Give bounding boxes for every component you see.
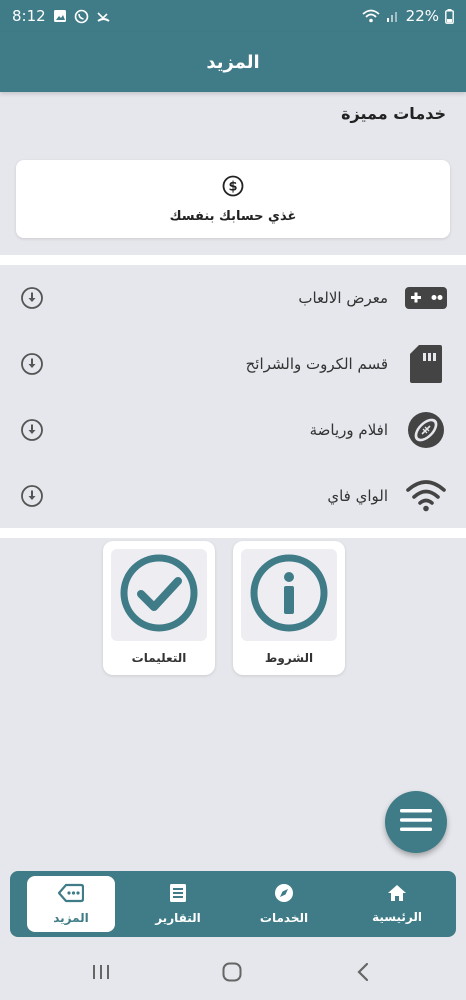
info-icon — [249, 553, 329, 637]
gallery-icon — [53, 9, 67, 23]
nav-more[interactable]: المزيد — [27, 876, 115, 932]
battery-percent: 22% — [405, 7, 439, 25]
menu-item-cards-sims[interactable]: قسم الكروت والشرائح — [0, 332, 466, 396]
terms-label: الشروط — [264, 651, 314, 665]
gamepad-icon — [404, 276, 448, 320]
nav-home[interactable]: الرئيسية — [353, 876, 441, 932]
app-bar: المزيد — [0, 32, 466, 92]
dollar-circle-icon: $ — [222, 175, 244, 201]
status-left: 8:12 — [12, 7, 111, 25]
missed-call-icon — [96, 9, 111, 24]
nav-services-label: الخدمات — [259, 911, 309, 925]
premium-section-title: خدمات مميزة — [341, 104, 446, 123]
system-nav-bar — [0, 945, 466, 1000]
menu-item-wifi[interactable]: الواي فاي — [0, 464, 466, 528]
check-circle-icon — [119, 553, 199, 637]
wifi-status-icon — [362, 9, 380, 23]
nav-home-label: الرئيسية — [372, 910, 422, 924]
nav-reports-label: التقارير — [155, 911, 201, 925]
menu-item-games[interactable]: معرض الالعاب — [0, 266, 466, 330]
home-icon — [387, 884, 407, 906]
home-system-icon[interactable] — [219, 959, 245, 985]
instructions-tile[interactable]: التعليمات — [103, 541, 215, 675]
football-icon — [404, 408, 448, 452]
report-icon — [169, 883, 187, 907]
top-up-account-card[interactable]: $ غذي حسابك بنفسك — [16, 160, 450, 238]
download-icon[interactable] — [20, 484, 44, 508]
download-icon[interactable] — [20, 352, 44, 376]
top-up-account-label: غذي حسابك بنفسك — [169, 208, 297, 224]
terms-icon-box — [241, 549, 337, 641]
status-right: 22% — [362, 7, 454, 25]
sim-card-icon — [404, 342, 448, 386]
divider — [0, 528, 466, 538]
whatsapp-icon — [74, 9, 89, 24]
status-time: 8:12 — [12, 7, 46, 25]
nav-reports[interactable]: التقارير — [134, 876, 222, 932]
status-bar: 8:12 22% — [0, 0, 466, 32]
instructions-label: التعليمات — [131, 651, 187, 665]
menu-fab-button[interactable] — [385, 791, 447, 853]
page-title: المزيد — [206, 51, 260, 73]
back-icon[interactable] — [350, 959, 376, 985]
bottom-nav: الرئيسية الخدمات التقارير المزيد — [10, 871, 456, 937]
download-icon[interactable] — [20, 286, 44, 310]
menu-item-label: قسم الكروت والشرائح — [245, 355, 388, 373]
compass-icon — [274, 883, 294, 907]
recent-apps-icon[interactable] — [88, 959, 114, 985]
terms-tile[interactable]: الشروط — [233, 541, 345, 675]
signal-icon — [386, 9, 400, 23]
wifi-icon — [404, 474, 448, 518]
nav-more-label: المزيد — [53, 911, 89, 925]
menu-item-movies-sports[interactable]: افلام ورياضة — [0, 398, 466, 462]
svg-text:$: $ — [228, 179, 237, 194]
download-icon[interactable] — [20, 418, 44, 442]
menu-item-label: الواي فاي — [327, 487, 388, 505]
hamburger-icon — [400, 808, 432, 836]
more-tag-icon — [57, 883, 85, 907]
menu-item-label: افلام ورياضة — [309, 421, 388, 439]
nav-services[interactable]: الخدمات — [240, 876, 328, 932]
instructions-icon-box — [111, 549, 207, 641]
menu-item-label: معرض الالعاب — [298, 289, 388, 307]
battery-icon — [445, 8, 454, 24]
divider — [0, 255, 466, 265]
